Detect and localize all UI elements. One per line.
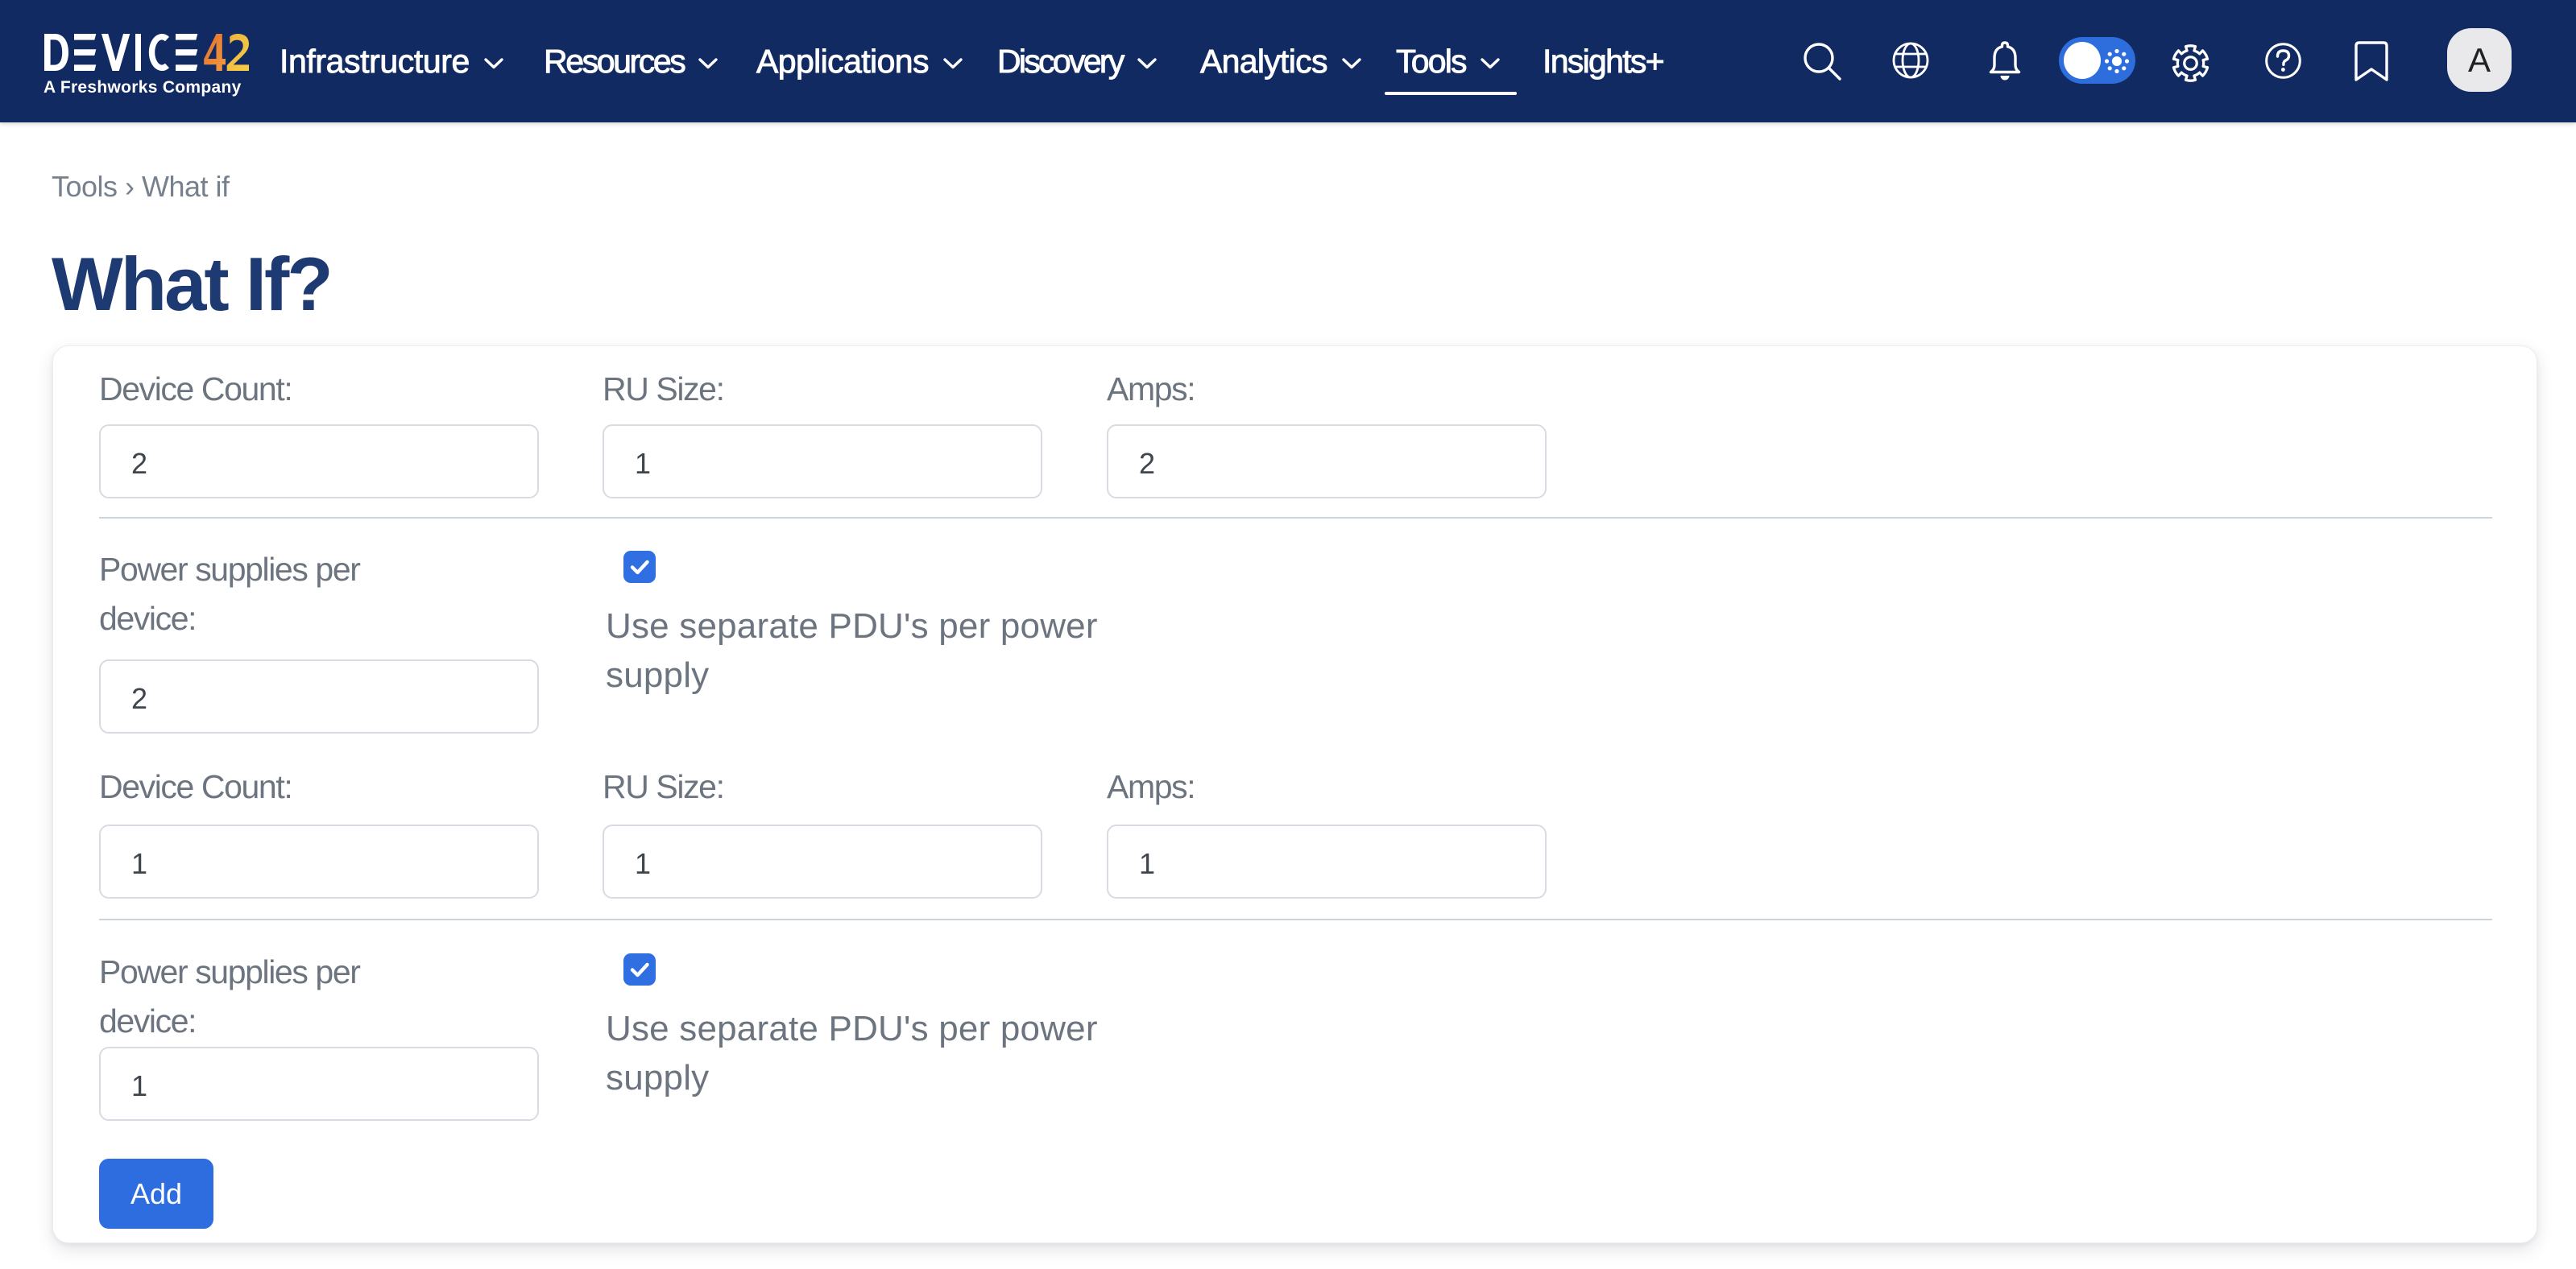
svg-text:A Freshworks Company: A Freshworks Company [43, 78, 242, 97]
